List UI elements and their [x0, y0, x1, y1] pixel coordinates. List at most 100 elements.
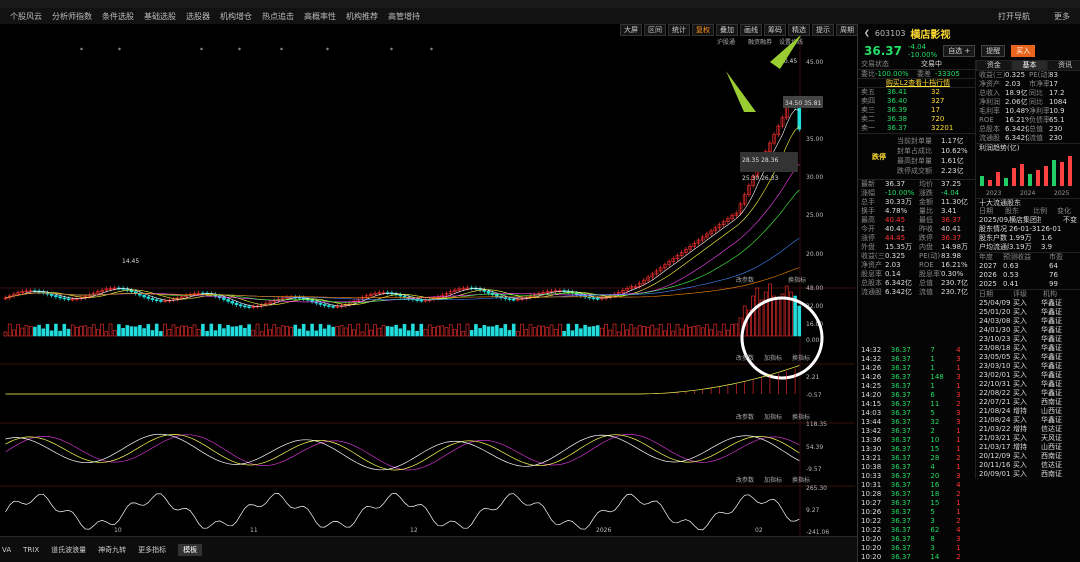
- buy-button[interactable]: 买入: [1011, 45, 1036, 57]
- rating-row-cell: 西南证: [1041, 470, 1062, 478]
- ask-row-cell: 327: [931, 97, 945, 105]
- volume-bar: [658, 323, 663, 337]
- toolbar-item[interactable]: 提示: [812, 24, 834, 36]
- holders-row-cell: 不变: [1063, 216, 1077, 224]
- tick-row-cell: 36.37: [890, 373, 911, 381]
- quote-row-cell: 40.41: [941, 225, 962, 233]
- volume-bar: [3, 331, 8, 337]
- tab-news[interactable]: 资讯: [1047, 60, 1080, 71]
- quote-row: 今开 40.41 昨收 40.41: [858, 225, 975, 234]
- holders-row-cell: [1063, 234, 1080, 243]
- rating-row-cell: 天风证: [1041, 434, 1062, 442]
- volume-bar: [520, 323, 524, 337]
- more-button[interactable]: 更多: [1054, 11, 1070, 22]
- volume-bar: [209, 323, 214, 337]
- quote-row-cell: 股息率TTM: [919, 270, 941, 278]
- holders-row-cell: 2025/09/30: [979, 216, 1009, 224]
- menu-item[interactable]: 选股器: [186, 11, 210, 22]
- tick-row-cell: 6: [930, 391, 935, 399]
- fund-row: 毛利率 10.48%净利率10.9: [976, 107, 1080, 116]
- volume-bar: [570, 330, 575, 337]
- toolbar-item[interactable]: 区间: [644, 24, 666, 36]
- adjust-button[interactable]: 复权: [692, 24, 714, 36]
- event-marker-icon: *: [238, 47, 241, 54]
- toolbar-item[interactable]: 筹码: [764, 24, 786, 36]
- toolbar-item[interactable]: 画线: [740, 24, 762, 36]
- alert-button[interactable]: 提醒: [981, 45, 1006, 57]
- quote-row-cell: 0.30%: [941, 270, 964, 278]
- menu-item[interactable]: 机构增仓: [220, 11, 252, 22]
- tab-basic[interactable]: 基本: [1011, 60, 1048, 71]
- volume-bar: [360, 331, 365, 337]
- volume-bar: [532, 327, 537, 337]
- volume-bar: [734, 323, 739, 337]
- volume-bar: [66, 328, 71, 337]
- volume-bar: [348, 324, 352, 337]
- volume-bar: [629, 324, 634, 337]
- annotation-label: 34.50 35.81: [785, 100, 821, 107]
- vol-tick-label: 48.00: [806, 285, 823, 292]
- rating-row-cell: 华鑫证: [1041, 416, 1062, 424]
- tab-fund[interactable]: 资金: [976, 60, 1012, 71]
- profit-bar: [1020, 164, 1024, 186]
- event-marker-icon: *: [200, 47, 203, 54]
- volume-bar: [285, 325, 289, 337]
- menu-item[interactable]: 热点追击: [262, 11, 294, 22]
- fund-row-cell: 总收入: [979, 89, 1000, 97]
- volume-bar: [394, 324, 398, 337]
- wd-value: -33305: [935, 70, 960, 78]
- holders-title: 十大流通股东: [979, 199, 1021, 207]
- quote-row-cell: 均价: [919, 180, 933, 188]
- limit-row-cell: 当前封单量: [897, 137, 932, 145]
- quote-row-cell: 83.98: [941, 252, 962, 260]
- l2-link[interactable]: 购买L2查看十档行情: [886, 79, 950, 87]
- rating-row: 20/12/09 买入 西南证: [976, 452, 1080, 461]
- volume-bar: [444, 327, 449, 337]
- add-watchlist-button[interactable]: 自选 +: [943, 45, 976, 57]
- back-icon[interactable]: ❮: [864, 29, 870, 37]
- ma-line: [5, 126, 800, 306]
- rating-row-cell: 买入: [1013, 434, 1027, 442]
- menu-item[interactable]: 条件选股: [102, 11, 134, 22]
- toolbar-item[interactable]: 叠加: [716, 24, 738, 36]
- limit-row-cell: 1.17亿: [941, 137, 964, 145]
- candle-body: [154, 299, 159, 301]
- indicator-tab[interactable]: VA: [2, 546, 11, 554]
- nav-button[interactable]: 打开导航: [998, 11, 1030, 22]
- toolbar-item[interactable]: 统计: [668, 24, 690, 36]
- forecast-header-cell: 预测收益: [1003, 253, 1031, 261]
- indicator-tab[interactable]: TRIX: [23, 546, 39, 554]
- tick-row-cell: 10:26: [861, 508, 882, 516]
- menu-item[interactable]: 机构推荐: [346, 11, 378, 22]
- menu-item[interactable]: 高概率性: [304, 11, 336, 22]
- toolbar-item[interactable]: 精选: [788, 24, 810, 36]
- rating-header-cell: 日期: [979, 290, 993, 298]
- rating-row-cell: 华鑫证: [1041, 308, 1062, 316]
- annotation-label: 28.35 28.36: [742, 157, 778, 164]
- volume-bar: [696, 325, 701, 337]
- profit-bar: [1052, 160, 1056, 186]
- menu-item[interactable]: 高管增持: [388, 11, 420, 22]
- profit-year-label: 2025: [1054, 190, 1069, 196]
- indicator-tab[interactable]: 道氏波浪量: [51, 545, 86, 555]
- quote-row-cell: 最低: [919, 216, 933, 224]
- volume-bar: [549, 324, 554, 337]
- toolbar-item[interactable]: 大屏: [620, 24, 642, 36]
- toolbar-item[interactable]: 周期: [836, 24, 858, 36]
- kline-chart[interactable]: 沪股通融资融券设置均线45.0040.0035.0030.0025.0020.0…: [0, 24, 855, 536]
- ask-row-cell: 32: [931, 88, 940, 96]
- menu-item[interactable]: 个股风云: [10, 11, 42, 22]
- volume-bar: [402, 324, 407, 337]
- rating-row: 21/03/22 增持 信达证: [976, 425, 1080, 434]
- profit-bar: [1012, 168, 1016, 186]
- volume-bar: [159, 331, 163, 337]
- fund-row-cell: 市净率: [1029, 80, 1049, 88]
- quote-row: 最高 40.45 最低 36.37: [858, 216, 975, 225]
- indicator-tab[interactable]: 神奇九转: [98, 545, 126, 555]
- forecast-row-cell: 2025: [979, 280, 997, 288]
- menu-item[interactable]: 基础选股: [144, 11, 176, 22]
- indicator-tab-active[interactable]: 模板: [178, 543, 203, 556]
- menu-item[interactable]: 分析师指数: [52, 11, 92, 22]
- kline-chart-area[interactable]: 沪股通融资融券设置均线45.0040.0035.0030.0025.0020.0…: [0, 24, 855, 536]
- indicator-tab[interactable]: 更多指标: [138, 545, 166, 555]
